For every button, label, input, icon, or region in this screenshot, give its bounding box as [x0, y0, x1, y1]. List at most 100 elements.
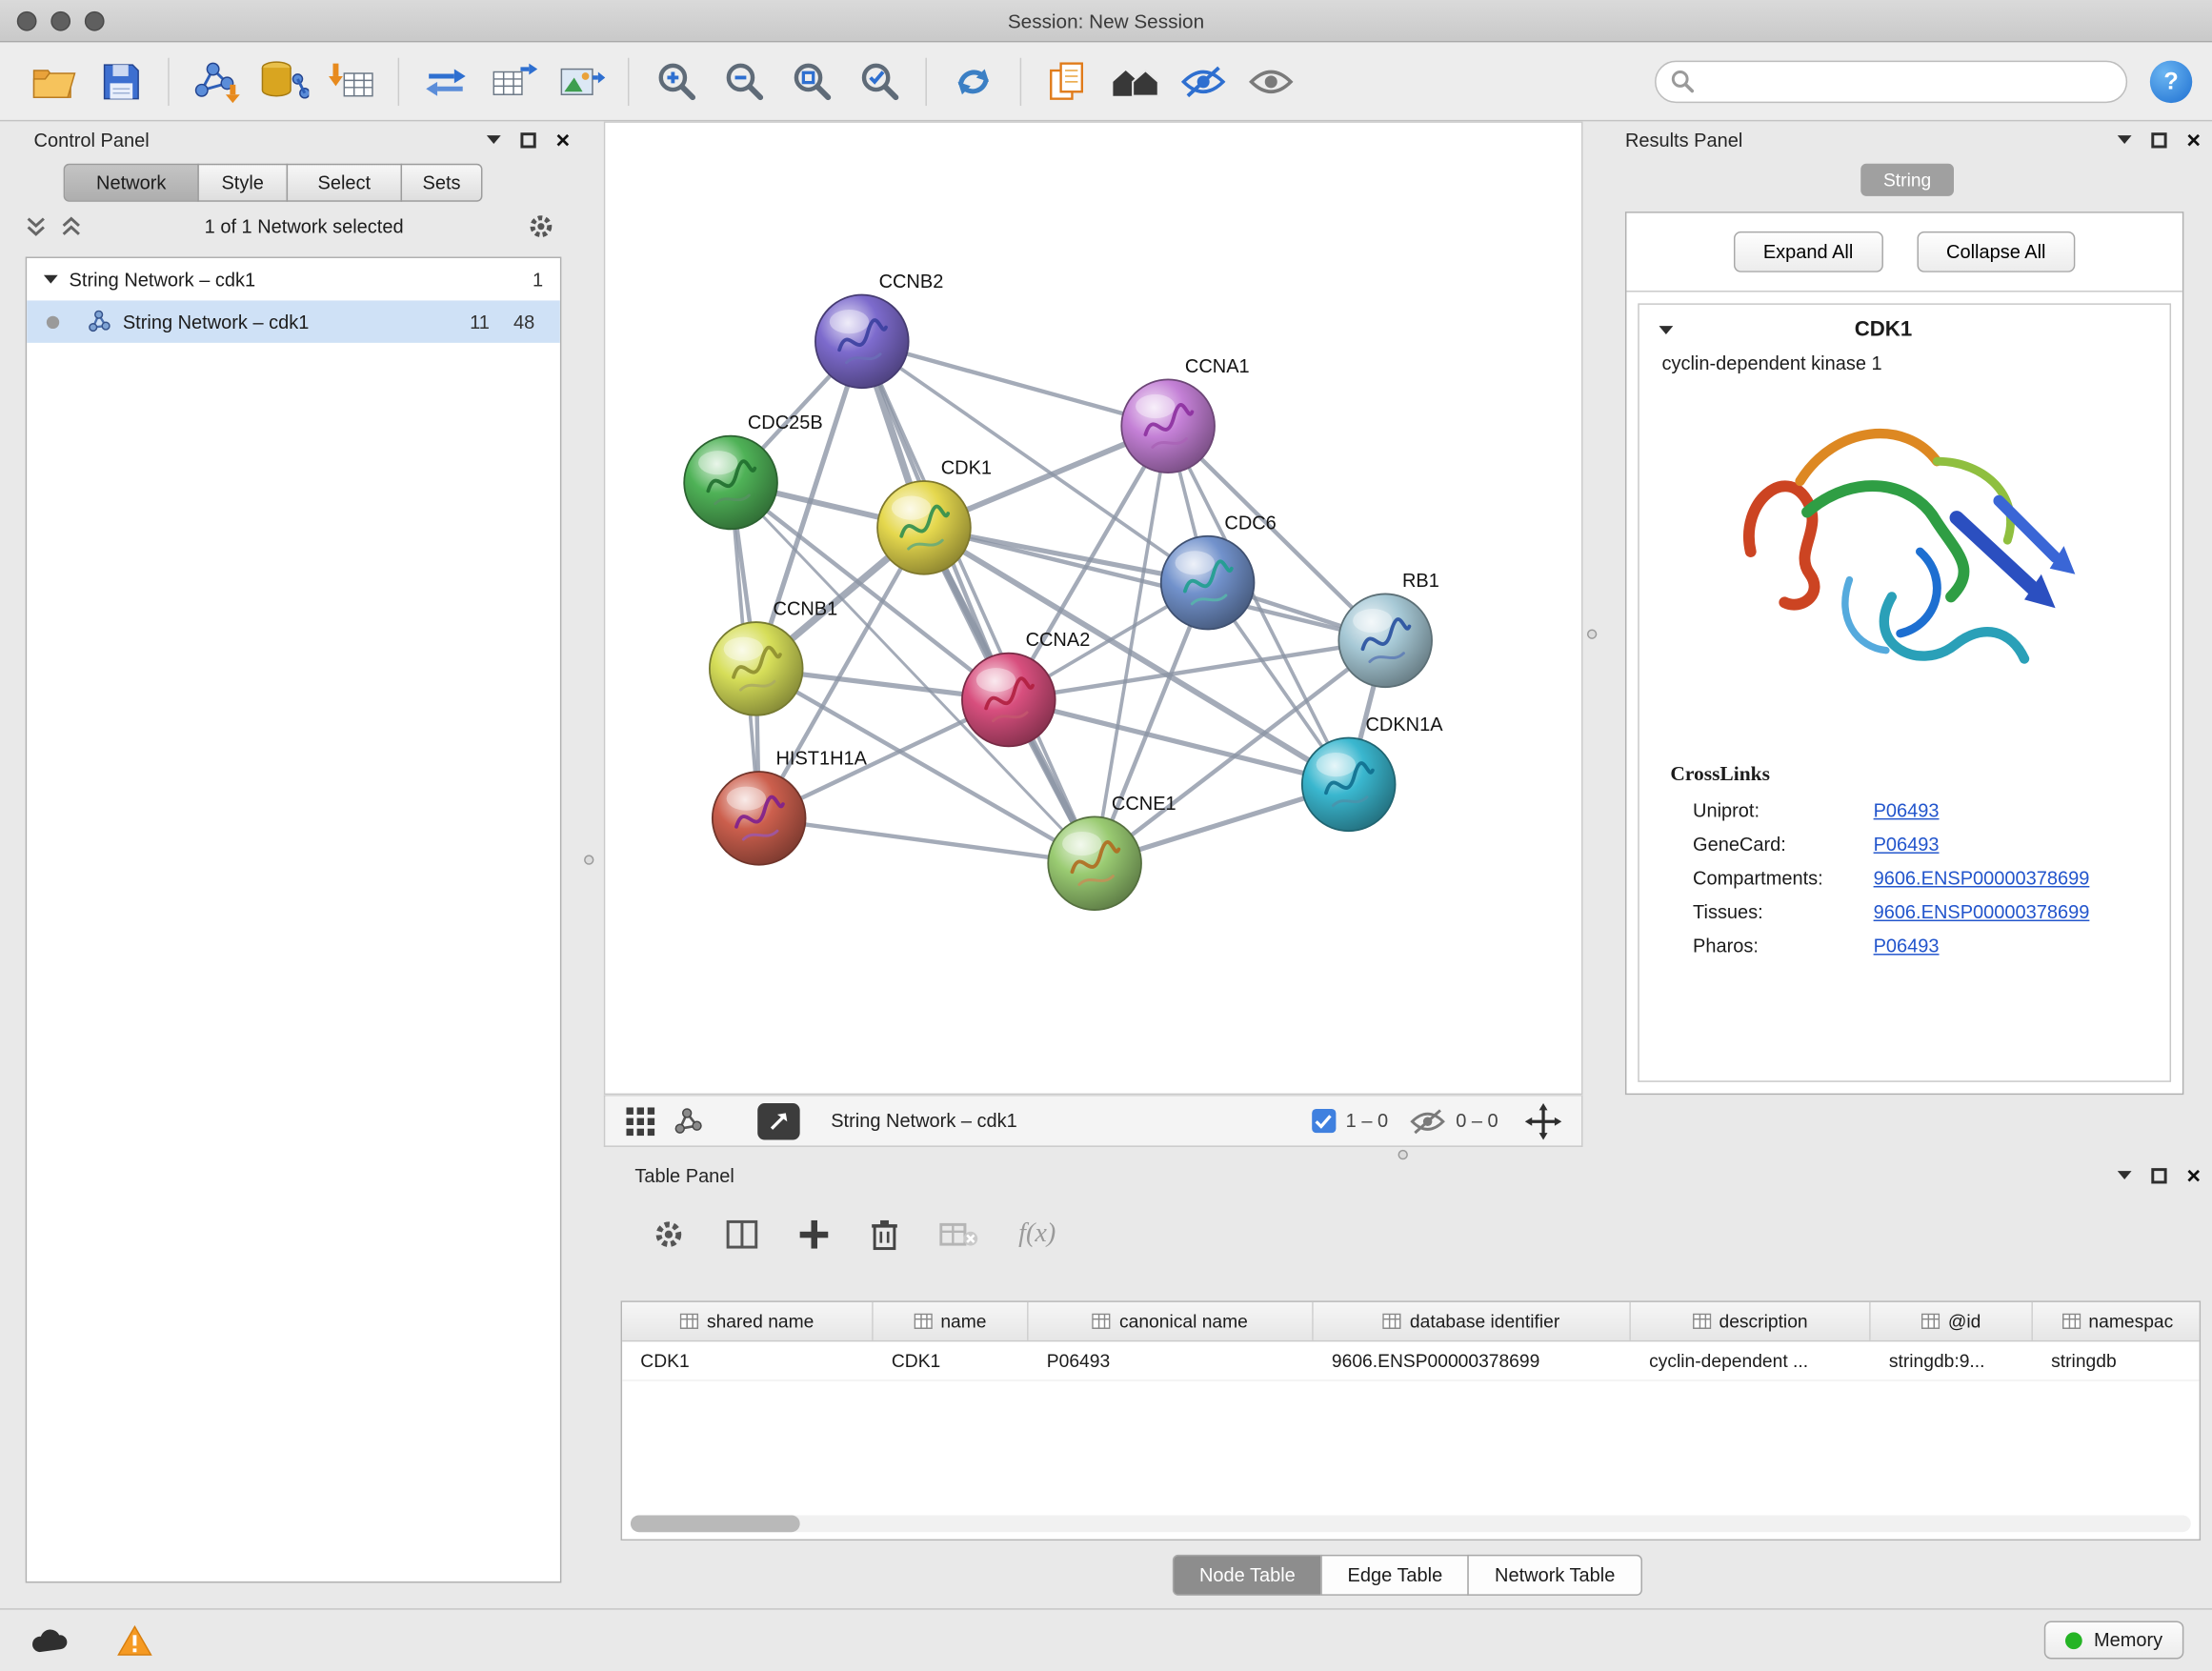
show-columns-icon[interactable]: [725, 1218, 759, 1250]
open-session-button[interactable]: [20, 50, 88, 112]
float-panel-icon[interactable]: [2118, 1171, 2132, 1179]
column-header-shared-name[interactable]: shared name: [622, 1302, 874, 1340]
collapse-all-button[interactable]: Collapse All: [1917, 232, 2076, 272]
tab-edge-table[interactable]: Edge Table: [1320, 1555, 1469, 1596]
apply-layout-button[interactable]: [939, 50, 1007, 112]
maximize-panel-icon[interactable]: [2151, 131, 2166, 147]
network-node-CDC25B[interactable]: CDC25B: [684, 413, 822, 529]
column-header-namespace[interactable]: namespac: [2033, 1302, 2201, 1340]
disclosure-triangle-icon[interactable]: [44, 275, 58, 284]
right-splitter-handle[interactable]: [1587, 629, 1597, 638]
column-header-database-identifier[interactable]: database identifier: [1314, 1302, 1631, 1340]
network-view[interactable]: CCNB2CCNA1CDC25BCDK1CDC6RB1CCNB1CCNA2CDK…: [604, 121, 1583, 1095]
bottom-splitter-handle[interactable]: [1398, 1150, 1408, 1159]
save-session-button[interactable]: [88, 50, 155, 112]
network-node-CCNB2[interactable]: CCNB2: [815, 272, 943, 388]
import-network-from-file-button[interactable]: [182, 50, 250, 112]
network-node-CCNA1[interactable]: CCNA1: [1121, 356, 1249, 473]
delete-column-trash-icon[interactable]: [869, 1218, 900, 1252]
scrollbar-thumb[interactable]: [631, 1515, 800, 1532]
network-node-HIST1H1A[interactable]: HIST1H1A: [713, 749, 868, 865]
search-input[interactable]: [1702, 70, 2111, 91]
hidden-items-eye-slash-icon[interactable]: [1409, 1107, 1446, 1136]
zoom-window-button[interactable]: [85, 11, 105, 31]
memory-button[interactable]: Memory: [2044, 1621, 2183, 1660]
cell-database-identifier[interactable]: 9606.ENSP00000378699: [1314, 1341, 1631, 1379]
zoom-in-button[interactable]: [642, 50, 710, 112]
tab-network-table[interactable]: Network Table: [1468, 1555, 1642, 1596]
left-splitter-handle[interactable]: [584, 855, 593, 864]
table-row[interactable]: CDK1 CDK1 P06493 9606.ENSP00000378699 cy…: [622, 1341, 2200, 1380]
tab-select[interactable]: Select: [287, 164, 402, 202]
tab-node-table[interactable]: Node Table: [1173, 1555, 1322, 1596]
toolbar-separator: [168, 57, 169, 105]
search-box[interactable]: [1655, 60, 2127, 102]
section-disclosure-icon[interactable]: [1659, 325, 1673, 333]
close-window-button[interactable]: [17, 11, 37, 31]
cell-canonical-name[interactable]: P06493: [1029, 1341, 1314, 1379]
genecard-link[interactable]: P06493: [1874, 834, 1940, 855]
export-image-button[interactable]: [548, 50, 615, 112]
column-header-canonical-name[interactable]: canonical name: [1029, 1302, 1314, 1340]
minimize-window-button[interactable]: [50, 11, 70, 31]
tree-row-network[interactable]: String Network – cdk1 11 48: [27, 300, 560, 342]
graphics-details-button[interactable]: [757, 1102, 799, 1139]
hide-selected-button[interactable]: [1170, 50, 1237, 112]
maximize-panel-icon[interactable]: [521, 131, 536, 147]
cell-id[interactable]: stringdb:9...: [1871, 1341, 2033, 1379]
string-network-icon: [88, 311, 111, 333]
export-network-button[interactable]: [412, 50, 479, 112]
help-button[interactable]: ?: [2150, 60, 2192, 102]
show-all-networks-button[interactable]: [1102, 50, 1170, 112]
warning-icon[interactable]: [115, 1623, 153, 1658]
tab-network[interactable]: Network: [64, 164, 199, 202]
tab-string[interactable]: String: [1860, 163, 1954, 195]
network-canvas[interactable]: CCNB2CCNA1CDC25BCDK1CDC6RB1CCNB1CCNA2CDK…: [605, 123, 1581, 1094]
close-panel-icon[interactable]: ×: [2186, 128, 2201, 151]
zoom-fit-button[interactable]: [777, 50, 845, 112]
horizontal-scrollbar[interactable]: [631, 1515, 2191, 1532]
tree-row-collection[interactable]: String Network – cdk1 1: [27, 258, 560, 300]
column-header-description[interactable]: description: [1631, 1302, 1871, 1340]
network-edge-CCNE1-HIST1H1A[interactable]: [759, 818, 1095, 863]
float-panel-icon[interactable]: [487, 135, 501, 144]
network-node-CCNB1[interactable]: CCNB1: [710, 599, 837, 715]
zoom-selected-button[interactable]: [845, 50, 913, 112]
cell-namespace[interactable]: stringdb: [2033, 1341, 2201, 1379]
uniprot-link[interactable]: P06493: [1874, 800, 1940, 821]
network-options-gear-icon[interactable]: [526, 211, 555, 240]
clone-network-button[interactable]: [1034, 50, 1101, 112]
tissues-link[interactable]: 9606.ENSP00000378699: [1874, 901, 2090, 922]
expand-all-icon[interactable]: [61, 215, 82, 236]
close-panel-icon[interactable]: ×: [2186, 1163, 2201, 1187]
table-options-gear-icon[interactable]: [652, 1218, 686, 1252]
compartments-link[interactable]: 9606.ENSP00000378699: [1874, 868, 2090, 889]
zoom-out-button[interactable]: [710, 50, 777, 112]
birds-eye-view-icon[interactable]: [673, 1107, 704, 1136]
maximize-panel-icon[interactable]: [2151, 1167, 2166, 1182]
export-table-button[interactable]: [479, 50, 547, 112]
network-edge-CCNB2-CCNA1[interactable]: [862, 341, 1168, 426]
pharos-link[interactable]: P06493: [1874, 936, 1940, 956]
add-column-icon[interactable]: [798, 1218, 830, 1250]
cell-shared-name[interactable]: CDK1: [622, 1341, 874, 1379]
tab-style[interactable]: Style: [197, 164, 288, 202]
selected-items-checkbox-icon[interactable]: [1312, 1109, 1336, 1133]
network-edge-CCNB2-CCNE1[interactable]: [862, 341, 1095, 863]
import-table-from-file-button[interactable]: [317, 50, 385, 112]
cloud-status-icon[interactable]: [29, 1624, 73, 1656]
close-panel-icon[interactable]: ×: [556, 128, 571, 151]
cell-description[interactable]: cyclin-dependent ...: [1631, 1341, 1871, 1379]
show-hidden-button[interactable]: [1237, 50, 1305, 112]
column-header-name[interactable]: name: [874, 1302, 1029, 1340]
network-node-RB1[interactable]: RB1: [1338, 571, 1439, 687]
column-header-id[interactable]: @id: [1871, 1302, 2033, 1340]
collapse-all-icon[interactable]: [26, 215, 47, 236]
expand-all-button[interactable]: Expand All: [1734, 232, 1883, 272]
pan-crosshair-icon[interactable]: [1525, 1102, 1562, 1139]
cell-name[interactable]: CDK1: [874, 1341, 1029, 1379]
import-network-from-database-button[interactable]: [250, 50, 317, 112]
grid-view-icon[interactable]: [625, 1105, 656, 1137]
float-panel-icon[interactable]: [2118, 135, 2132, 144]
tab-sets[interactable]: Sets: [401, 164, 483, 202]
